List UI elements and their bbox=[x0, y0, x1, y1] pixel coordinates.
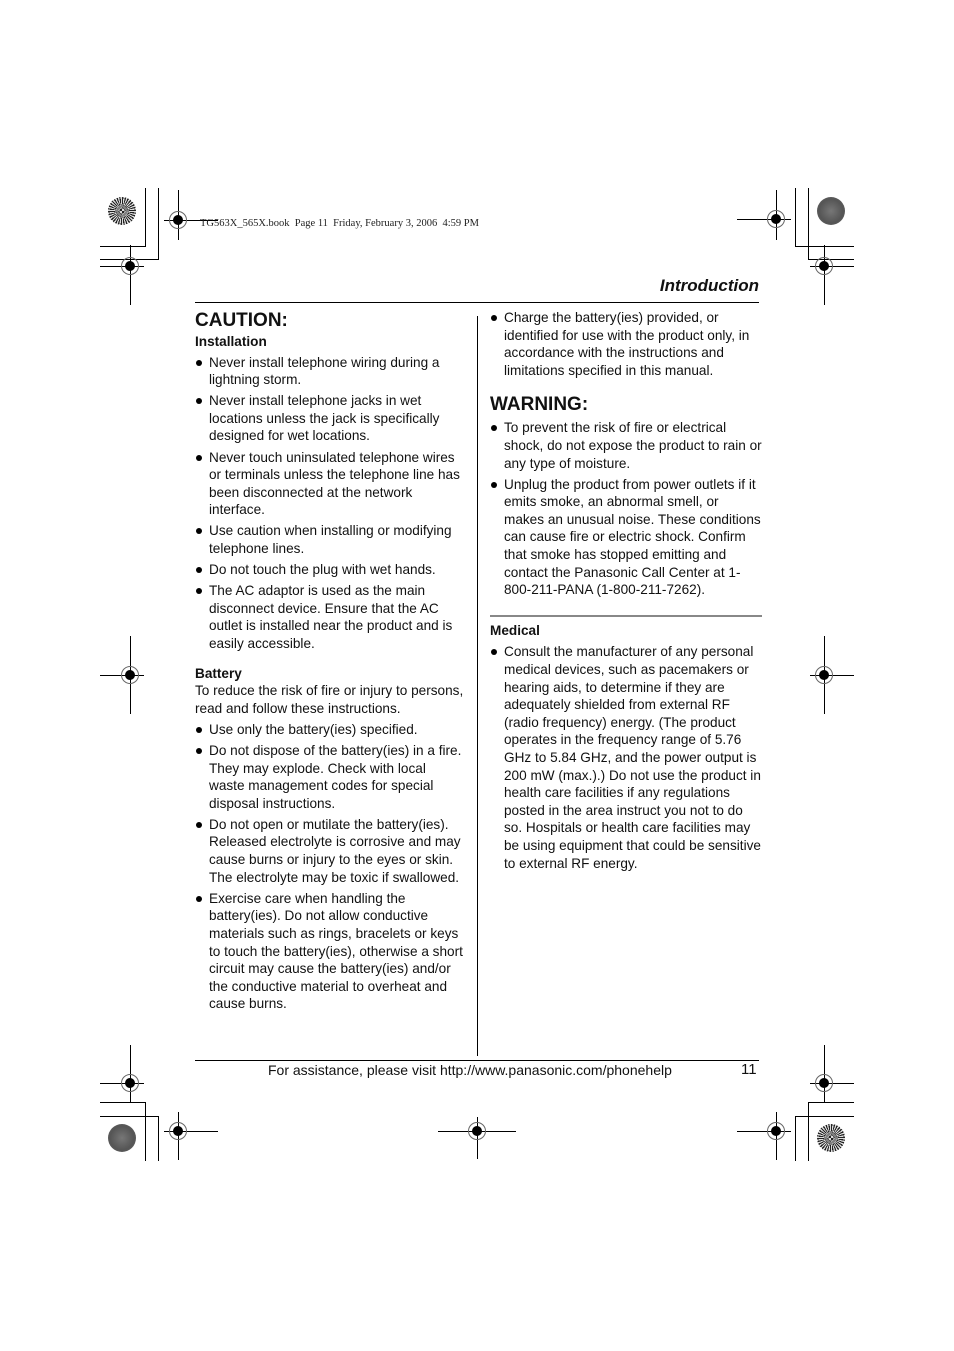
list-item: Consult the manufacturer of any personal… bbox=[490, 643, 762, 872]
installation-list: Never install telephone wiring during a … bbox=[195, 354, 465, 653]
warning-heading: WARNING: bbox=[490, 394, 589, 416]
registration-crosshair-icon bbox=[166, 208, 190, 232]
crop-line bbox=[795, 1116, 796, 1161]
list-item: Never install telephone jacks in wet loc… bbox=[195, 392, 465, 445]
crop-line bbox=[158, 1116, 159, 1161]
bullet-icon bbox=[196, 567, 202, 574]
page-number: 11 bbox=[741, 1061, 757, 1078]
list-item: Never touch uninsulated telephone wires … bbox=[195, 449, 465, 519]
list-item: Exercise care when handling the battery(… bbox=[195, 890, 465, 1013]
bullet-icon bbox=[196, 747, 202, 754]
printer-color-disc-icon bbox=[817, 197, 845, 225]
section-title: Introduction bbox=[659, 276, 759, 295]
bullet-icon bbox=[491, 425, 497, 432]
crop-line bbox=[100, 246, 146, 247]
crop-line bbox=[145, 1102, 146, 1161]
printer-color-disc-icon bbox=[817, 1124, 845, 1152]
list-item: To prevent the risk of fire or electrica… bbox=[490, 419, 762, 472]
footer-assistance-text: For assistance, please visit http://www.… bbox=[268, 1062, 672, 1078]
bullet-icon bbox=[196, 821, 202, 828]
crop-line bbox=[145, 188, 146, 247]
registration-crosshair-icon bbox=[764, 1119, 788, 1143]
list-item: Never install telephone wiring during a … bbox=[195, 354, 465, 389]
bullet-icon bbox=[196, 398, 202, 405]
medical-heading: Medical bbox=[490, 622, 540, 638]
caution-heading: CAUTION: bbox=[195, 310, 288, 331]
list-item: Do not open or mutilate the battery(ies)… bbox=[195, 816, 465, 886]
bullet-icon bbox=[196, 895, 202, 902]
registration-crosshair-icon bbox=[465, 1119, 489, 1143]
crop-line bbox=[100, 1116, 159, 1117]
header-rule bbox=[195, 302, 759, 303]
book-header: TG563X_565X.book Page 11 Friday, Februar… bbox=[200, 218, 479, 229]
medical-divider bbox=[490, 614, 762, 617]
list-item: Charge the battery(ies) provided, or ide… bbox=[490, 309, 762, 379]
left-column: CAUTION: Installation Never install tele… bbox=[195, 309, 465, 1016]
bullet-icon bbox=[491, 315, 497, 321]
installation-heading: Installation bbox=[195, 334, 267, 349]
bullet-icon bbox=[196, 528, 202, 535]
crop-line bbox=[795, 1116, 854, 1117]
bullet-icon bbox=[196, 359, 202, 366]
registration-crosshair-icon bbox=[764, 207, 788, 231]
right-column: Charge the battery(ies) provided, or ide… bbox=[490, 309, 762, 876]
registration-crosshair-icon bbox=[118, 663, 142, 687]
registration-crosshair-icon bbox=[812, 254, 836, 278]
battery-list-continued: Charge the battery(ies) provided, or ide… bbox=[490, 309, 762, 379]
battery-list: Use only the battery(ies) specified. Do … bbox=[195, 721, 465, 1013]
battery-intro: To reduce the risk of fire or injury to … bbox=[195, 683, 464, 716]
crop-line bbox=[100, 1102, 146, 1103]
printer-color-disc-icon bbox=[108, 1124, 136, 1152]
list-item: Unplug the product from power outlets if… bbox=[490, 476, 762, 599]
registration-crosshair-icon bbox=[118, 254, 142, 278]
list-item: The AC adaptor is used as the main disco… bbox=[195, 582, 465, 652]
bullet-icon bbox=[196, 588, 202, 595]
registration-crosshair-icon bbox=[118, 1071, 142, 1095]
crop-line bbox=[808, 1102, 854, 1103]
battery-heading: Battery bbox=[195, 665, 242, 681]
registration-crosshair-icon bbox=[812, 1071, 836, 1095]
list-item: Do not touch the plug with wet hands. bbox=[195, 561, 465, 579]
printer-color-disc-icon bbox=[108, 197, 136, 225]
crop-line bbox=[158, 188, 159, 260]
footer-rule bbox=[195, 1060, 759, 1061]
list-item: Use only the battery(ies) specified. bbox=[195, 721, 465, 739]
bullet-icon bbox=[491, 649, 497, 656]
crop-line bbox=[795, 188, 796, 247]
bullet-icon bbox=[196, 454, 202, 461]
medical-list: Consult the manufacturer of any personal… bbox=[490, 643, 762, 872]
crop-line bbox=[808, 188, 809, 260]
bullet-icon bbox=[491, 481, 497, 488]
registration-crosshair-icon bbox=[166, 1119, 190, 1143]
list-item: Use caution when installing or modifying… bbox=[195, 522, 465, 557]
warning-list: To prevent the risk of fire or electrica… bbox=[490, 419, 762, 598]
list-item: Do not dispose of the battery(ies) in a … bbox=[195, 742, 465, 812]
crop-line bbox=[808, 1102, 809, 1161]
bullet-icon bbox=[196, 726, 202, 733]
column-divider bbox=[477, 316, 478, 1056]
registration-crosshair-icon bbox=[812, 663, 836, 687]
